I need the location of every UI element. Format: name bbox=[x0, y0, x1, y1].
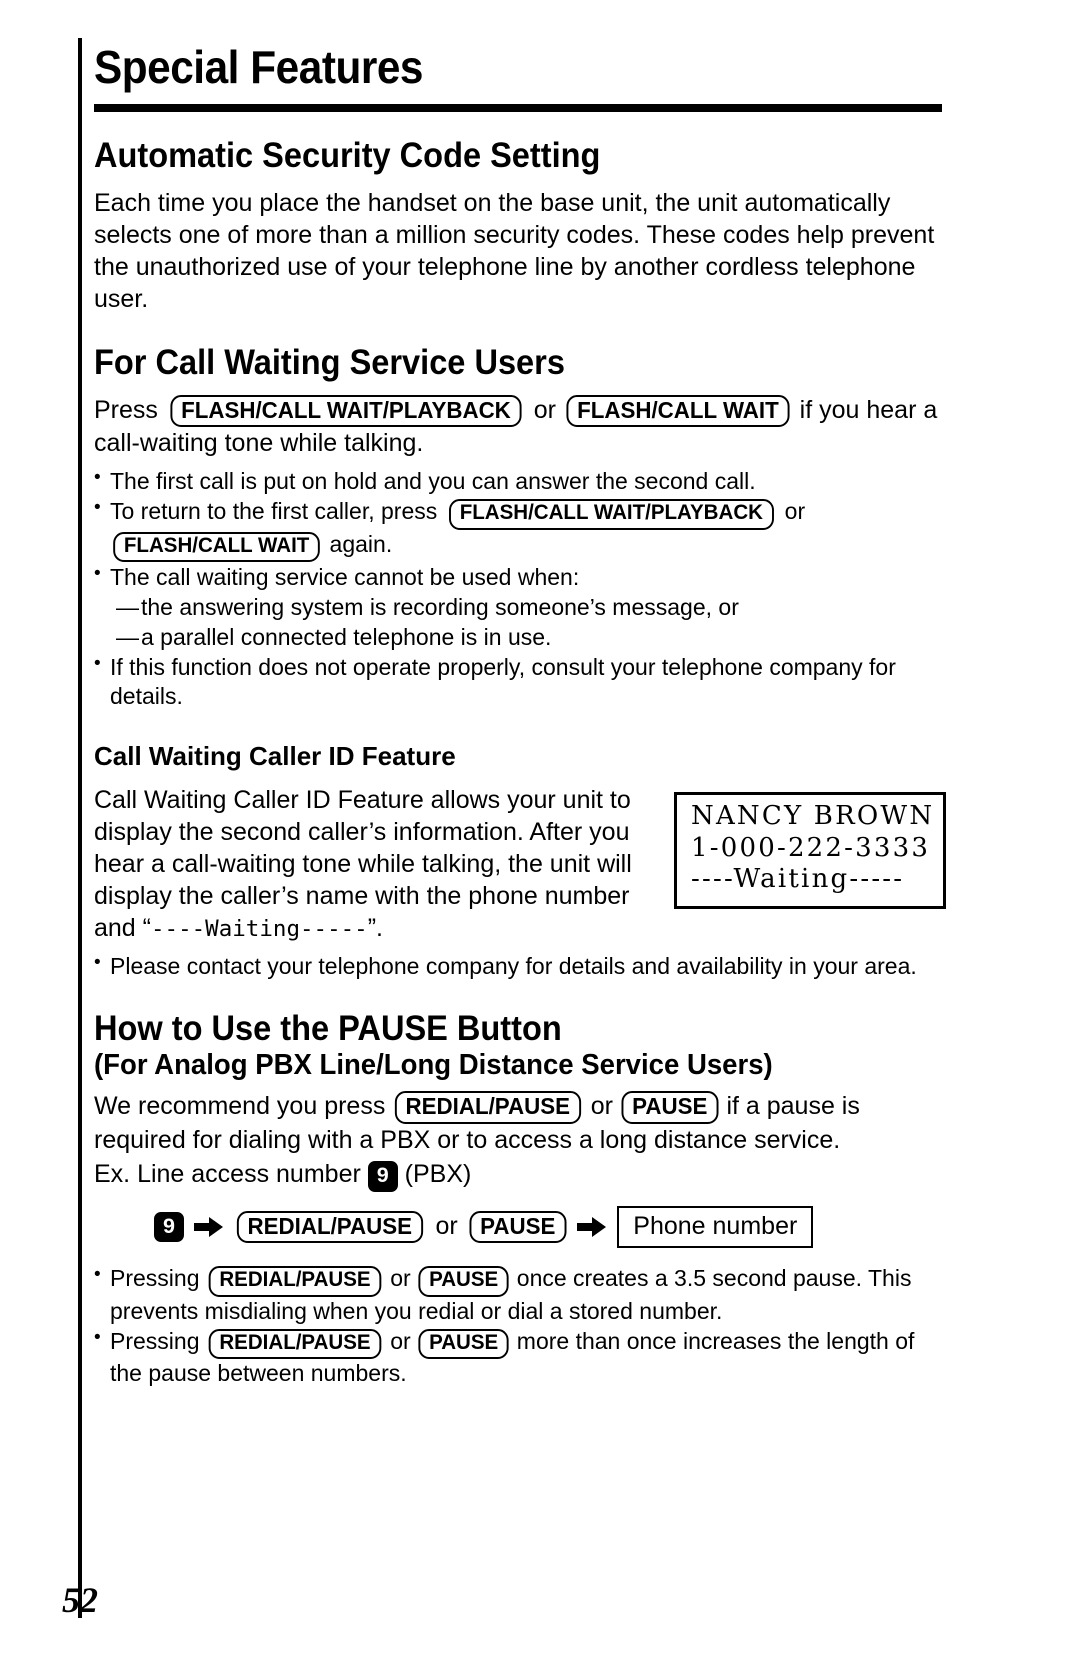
pause-intro: We recommend you press REDIAL/PAUSE or P… bbox=[94, 1090, 946, 1156]
caller-id-paragraph: Call Waiting Caller ID Feature allows yo… bbox=[94, 784, 654, 944]
list-item: Please contact your telephone company fo… bbox=[94, 951, 946, 981]
pause-example-line: Ex. Line access number 9 (PBX) bbox=[94, 1158, 946, 1192]
key-9[interactable]: 9 bbox=[154, 1211, 184, 1243]
call-waiting-intro: Press FLASH/CALL WAIT/PLAYBACK or FLASH/… bbox=[94, 394, 946, 460]
em-dash: — bbox=[116, 594, 139, 621]
intro-text-middle: or bbox=[526, 395, 563, 424]
bullet-text-middle: or bbox=[383, 1327, 418, 1354]
list-item: Pressing REDIAL/PAUSE or PAUSE once crea… bbox=[94, 1263, 946, 1326]
phone-number-box: Phone number bbox=[617, 1205, 814, 1249]
bullet-text: a parallel connected telephone is in use… bbox=[141, 624, 552, 651]
bullet-text: The call waiting service cannot be used … bbox=[110, 564, 580, 591]
key-pause[interactable]: PAUSE bbox=[469, 1210, 566, 1244]
title-divider bbox=[94, 104, 942, 112]
em-dash: — bbox=[116, 624, 139, 651]
bullet-text-middle: or bbox=[778, 498, 806, 525]
arrow-right-icon bbox=[577, 1216, 607, 1238]
lcd-line-caller-name: NANCY BROWN bbox=[691, 801, 935, 832]
list-item-dash: —the answering system is recording someo… bbox=[94, 593, 946, 622]
caller-id-bullet-list: Please contact your telephone company fo… bbox=[94, 951, 946, 981]
page-title: Special Features bbox=[94, 41, 424, 93]
page-content: Special Features Automatic Security Code… bbox=[94, 44, 946, 1389]
list-item: The first call is put on hold and you ca… bbox=[94, 466, 946, 496]
example-text-before: Ex. Line access number bbox=[94, 1159, 368, 1188]
bullet-text: Please contact your telephone company fo… bbox=[110, 953, 917, 980]
pause-flow-diagram: 9 REDIAL/PAUSE or PAUSE Phone number bbox=[154, 1205, 946, 1249]
key-pause[interactable]: PAUSE bbox=[418, 1266, 509, 1297]
lcd-line-status: ----Waiting----- bbox=[691, 864, 905, 895]
key-9[interactable]: 9 bbox=[367, 1160, 398, 1192]
key-flash-call-wait[interactable]: FLASH/CALL WAIT bbox=[113, 531, 320, 563]
section-subheading-pause: (For Analog PBX Line/Long Distance Servi… bbox=[94, 1048, 773, 1081]
call-waiting-bullet-list: The first call is put on hold and you ca… bbox=[94, 466, 946, 711]
list-item-dash: —a parallel connected telephone is in us… bbox=[94, 623, 946, 652]
bullet-text: The first call is put on hold and you ca… bbox=[110, 468, 756, 495]
key-flash-call-wait-playback[interactable]: FLASH/CALL WAIT/PLAYBACK bbox=[448, 499, 774, 530]
list-item: The call waiting service cannot be used … bbox=[94, 562, 946, 592]
lcd-line-phone-number: 1-000-222-3333 bbox=[691, 832, 931, 863]
section-heading-call-waiting: For Call Waiting Service Users bbox=[94, 342, 565, 382]
bullet-text-before: Pressing bbox=[110, 1327, 206, 1354]
intro-text-middle: or bbox=[583, 1092, 620, 1121]
arrow-right-icon bbox=[193, 1216, 224, 1238]
waiting-mono-text: ----Waiting----- bbox=[150, 916, 368, 943]
pause-bullet-list: Pressing REDIAL/PAUSE or PAUSE once crea… bbox=[94, 1263, 946, 1389]
intro-text-before: We recommend you press bbox=[94, 1092, 393, 1121]
bullet-text-after: again. bbox=[323, 530, 393, 557]
key-redial-pause[interactable]: REDIAL/PAUSE bbox=[236, 1210, 423, 1244]
bullet-text: If this function does not operate proper… bbox=[110, 654, 896, 710]
document-page: Special Features Automatic Security Code… bbox=[0, 0, 1080, 1669]
key-flash-call-wait[interactable]: FLASH/CALL WAIT bbox=[566, 394, 790, 428]
key-pause[interactable]: PAUSE bbox=[418, 1328, 509, 1360]
section-heading-pause: How to Use the PAUSE Button bbox=[94, 1009, 562, 1049]
list-item: Pressing REDIAL/PAUSE or PAUSE more than… bbox=[94, 1326, 946, 1389]
bullet-text-before: Pressing bbox=[110, 1265, 206, 1292]
page-number: 52 bbox=[62, 1580, 98, 1620]
flow-or-label: or bbox=[435, 1212, 458, 1241]
list-item: If this function does not operate proper… bbox=[94, 652, 946, 711]
example-text-after: (PBX) bbox=[397, 1159, 472, 1188]
bullet-text-middle: or bbox=[383, 1265, 418, 1292]
key-pause[interactable]: PAUSE bbox=[621, 1091, 719, 1124]
section-heading-security: Automatic Security Code Setting bbox=[94, 136, 601, 175]
key-redial-pause[interactable]: REDIAL/PAUSE bbox=[208, 1266, 382, 1297]
security-paragraph: Each time you place the handset on the b… bbox=[94, 188, 935, 313]
bullet-text: the answering system is recording someon… bbox=[141, 594, 739, 621]
intro-text-before: Press bbox=[94, 395, 165, 424]
paragraph-text-after: ”. bbox=[367, 914, 384, 943]
bullet-text-before: To return to the first caller, press bbox=[110, 498, 444, 525]
key-redial-pause[interactable]: REDIAL/PAUSE bbox=[208, 1328, 382, 1360]
subsection-heading-caller-id: Call Waiting Caller ID Feature bbox=[94, 741, 456, 772]
key-flash-call-wait-playback[interactable]: FLASH/CALL WAIT/PLAYBACK bbox=[170, 394, 522, 428]
caller-id-block: Call Waiting Caller ID Feature allows yo… bbox=[94, 784, 946, 944]
key-redial-pause[interactable]: REDIAL/PAUSE bbox=[395, 1091, 581, 1124]
lcd-display: NANCY BROWN 1-000-222-3333 ----Waiting--… bbox=[674, 792, 946, 910]
page-left-rule bbox=[78, 38, 82, 1618]
list-item: To return to the first caller, press FLA… bbox=[94, 496, 946, 563]
